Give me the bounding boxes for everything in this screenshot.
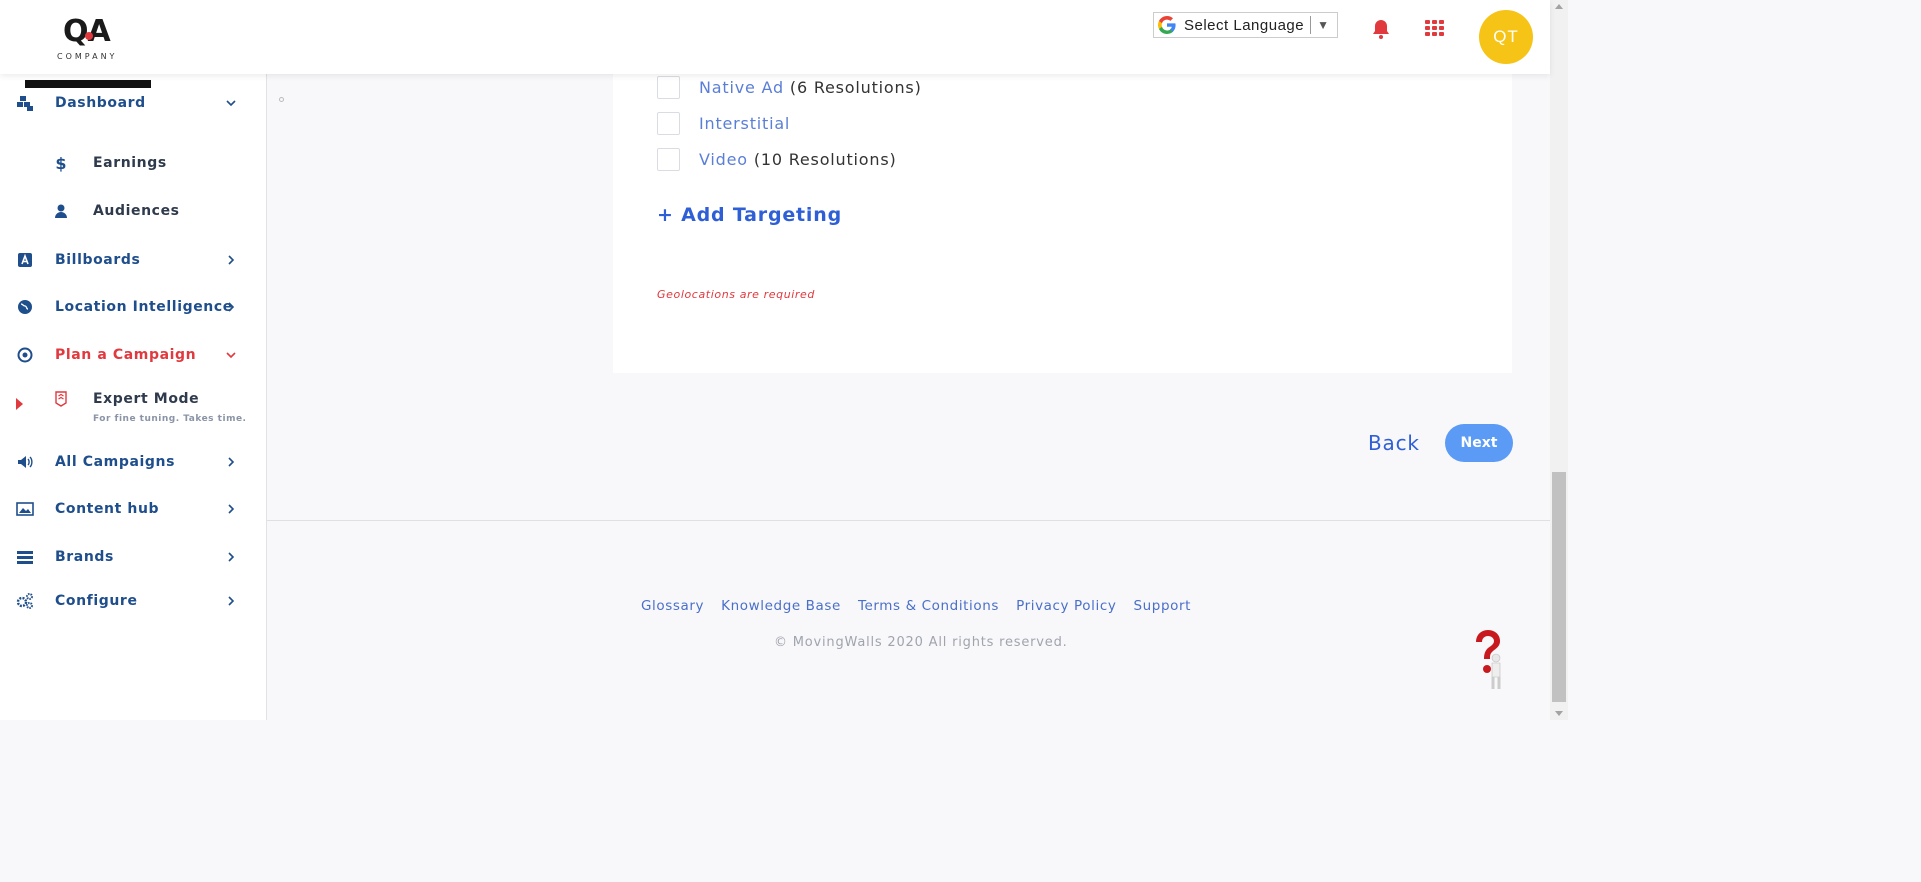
footer-links: Glossary Knowledge Base Terms & Conditio…	[641, 598, 1191, 614]
format-resolutions: (6 Resolutions)	[789, 77, 922, 97]
help-question-icon[interactable]	[1468, 628, 1508, 690]
chevron-right-icon	[228, 255, 235, 265]
format-name: Interstitial	[699, 113, 791, 133]
logo-dot	[85, 32, 93, 40]
sidebar-item-label: Configure	[55, 593, 138, 609]
google-icon	[1158, 16, 1176, 34]
scroll-thumb[interactable]	[1552, 472, 1566, 702]
footer-link-support[interactable]: Support	[1133, 598, 1191, 614]
back-button[interactable]: Back	[1368, 431, 1420, 455]
sidebar-item-dashboard[interactable]: Dashboard	[0, 88, 266, 118]
logo-subtitle: COMPANY	[57, 52, 118, 61]
language-selector[interactable]: Select Language ▼	[1153, 12, 1338, 38]
language-separator	[1310, 16, 1312, 34]
sidebar-item-label: Dashboard	[55, 95, 146, 111]
gears-icon	[16, 593, 33, 609]
sidebar-item-expert-mode[interactable]: Expert Mode	[0, 384, 266, 414]
megaphone-icon	[18, 456, 33, 468]
format-checkbox[interactable]	[657, 111, 680, 135]
apps-grid-icon[interactable]	[1425, 20, 1445, 36]
chevron-right-icon	[228, 302, 235, 312]
sidebar-item-label: Plan a Campaign	[55, 347, 197, 363]
scroll-up-icon[interactable]	[1555, 4, 1563, 9]
copyright-text: © MovingWalls 2020 All rights reserved.	[774, 635, 1068, 650]
sidebar-item-brands[interactable]: Brands	[0, 542, 266, 572]
scroll-down-icon[interactable]	[1555, 711, 1563, 716]
company-logo[interactable]: QA COMPANY	[25, 10, 151, 88]
sidebar-item-configure[interactable]: Configure	[0, 586, 266, 616]
expert-mode-hint: For fine tuning. Takes time.	[93, 414, 247, 424]
user-avatar[interactable]: QT	[1479, 10, 1533, 64]
add-targeting-link[interactable]: + Add Targeting	[657, 204, 842, 226]
sidebar-item-label: Audiences	[93, 203, 180, 219]
format-checkbox[interactable]	[657, 75, 680, 99]
sidebar-item-earnings[interactable]: $ Earnings	[0, 148, 266, 178]
logo-bar	[25, 80, 151, 88]
dropdown-arrow-icon: ▼	[1317, 18, 1330, 32]
sidebar-item-label: Billboards	[55, 252, 141, 268]
globe-icon	[18, 300, 32, 314]
sidebar-item-label: Content hub	[55, 501, 160, 517]
target-icon	[17, 347, 33, 363]
sidebar-item-content-hub[interactable]: Content hub	[0, 494, 266, 524]
footer-link-knowledge-base[interactable]: Knowledge Base	[721, 598, 841, 614]
sidebar-item-plan-a-campaign[interactable]: Plan a Campaign	[0, 340, 266, 370]
vertical-scrollbar[interactable]	[1550, 0, 1568, 720]
top-header: QA COMPANY Select Language ▼ QT	[0, 0, 1550, 88]
format-option-interstitial[interactable]: Interstitial	[657, 111, 796, 135]
language-label: Select Language	[1184, 16, 1305, 34]
user-icon	[55, 204, 67, 218]
geolocation-error: Geolocations are required	[657, 288, 815, 301]
format-option-native-ad[interactable]: Native Ad (6 Resolutions)	[657, 75, 922, 99]
format-checkbox[interactable]	[657, 147, 680, 171]
image-icon	[16, 502, 34, 516]
footer-link-terms[interactable]: Terms & Conditions	[858, 598, 999, 614]
dashboard-icon	[17, 96, 33, 111]
format-name: Native Ad	[699, 77, 784, 97]
chevron-down-icon	[226, 352, 236, 359]
sidebar-item-label: Earnings	[93, 155, 167, 171]
sidebar-item-audiences[interactable]: Audiences	[0, 196, 266, 226]
sidebar-item-all-campaigns[interactable]: All Campaigns	[0, 447, 266, 477]
chevron-right-icon	[228, 552, 235, 562]
billboard-icon	[18, 253, 32, 267]
chevron-right-icon	[228, 457, 235, 467]
bell-icon[interactable]	[1370, 18, 1392, 40]
next-button[interactable]: Next	[1445, 424, 1513, 462]
sidebar-item-location-intelligence[interactable]: Location Intelligence	[0, 292, 266, 322]
sidebar-item-label: All Campaigns	[55, 454, 176, 470]
sidebar: Dashboard $ Earnings Audiences Billboard…	[0, 74, 267, 720]
footer-divider	[267, 520, 1550, 521]
chevron-right-icon	[228, 596, 235, 606]
footer-link-glossary[interactable]: Glossary	[641, 598, 704, 614]
sidebar-item-billboards[interactable]: Billboards	[0, 245, 266, 275]
format-resolutions: (10 Resolutions)	[753, 149, 897, 169]
dollar-icon: $	[55, 153, 67, 173]
badge-icon	[55, 391, 67, 407]
decorative-dot	[279, 97, 284, 102]
format-option-video[interactable]: Video (10 Resolutions)	[657, 147, 897, 171]
format-name: Video	[699, 149, 748, 169]
sidebar-item-label: Brands	[55, 549, 114, 565]
footer-link-privacy[interactable]: Privacy Policy	[1016, 598, 1116, 614]
chevron-right-icon	[228, 504, 235, 514]
sidebar-item-label: Expert Mode	[93, 391, 200, 407]
chevron-down-icon	[226, 100, 236, 107]
list-icon	[17, 551, 33, 564]
sidebar-item-label: Location Intelligence	[55, 299, 233, 315]
